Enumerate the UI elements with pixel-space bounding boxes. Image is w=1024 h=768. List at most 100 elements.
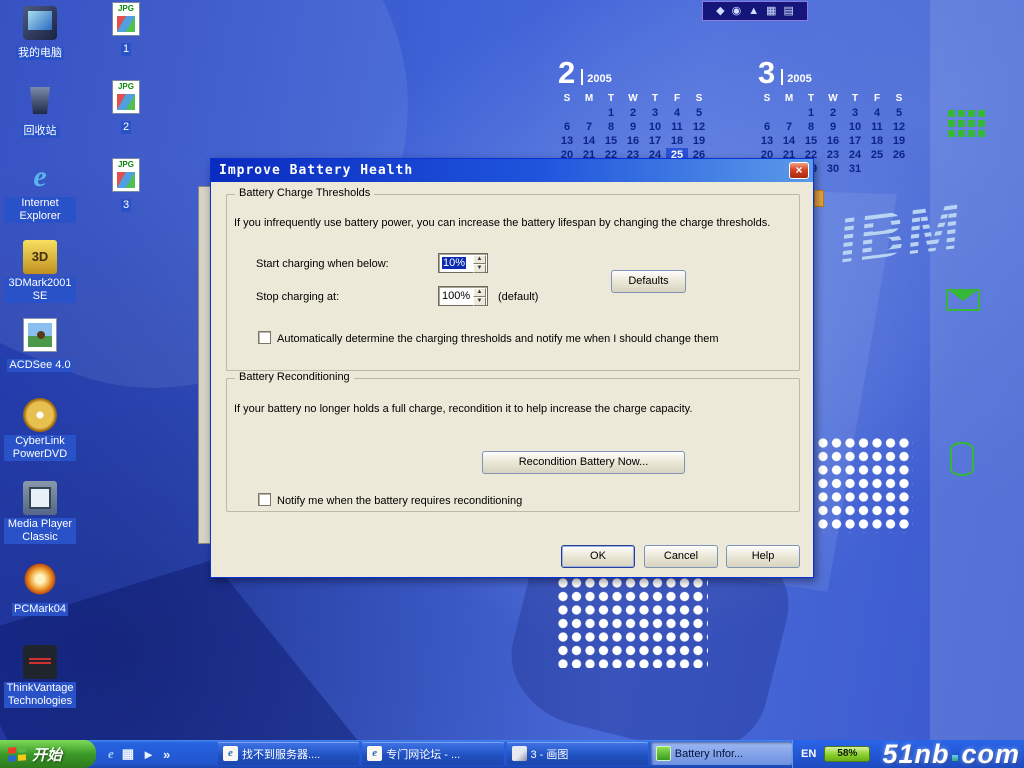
calendar-date: 16 [622, 134, 644, 148]
task-label: 找不到服务器.... [242, 746, 320, 762]
windows-flag-icon [8, 746, 26, 763]
notes-icon[interactable]: ▤ [783, 2, 793, 20]
recondition-battery-now-button[interactable]: Recondition Battery Now... [482, 451, 685, 474]
start-charging-spinner[interactable]: 10% ▲▼ [438, 253, 488, 273]
calendar-month: 3 [758, 57, 775, 88]
desktop-tray-toolbar[interactable]: ◆ ◉ ▲ ▦ ▤ [702, 1, 808, 21]
calendar-day-header: S [888, 92, 910, 106]
calendar-date: 9 [822, 120, 844, 134]
calendar-date: 2 [622, 106, 644, 120]
phone-icon[interactable]: ◆ [716, 2, 724, 20]
desktop-icon-thinkvantage[interactable]: ThinkVantage Technologies [4, 645, 76, 709]
task-label: 3 - 画图 [531, 746, 569, 762]
desktop-icon-recycle-bin[interactable]: 回收站 [4, 84, 76, 139]
start-charging-label: Start charging when below: [256, 258, 389, 271]
spinner-buttons: ▲▼ [473, 255, 486, 271]
battery-reconditioning-group: Battery Reconditioning [226, 378, 800, 512]
taskbar-task-3[interactable]: 3 - 画图 [507, 742, 648, 765]
calendar-date: 10 [644, 120, 666, 134]
desktop-icon-label: 3DMark2001 SE [4, 277, 76, 303]
calendar-day-header: W [822, 92, 844, 106]
battery-icon [656, 746, 671, 761]
battery-cylinder-icon [950, 442, 974, 476]
powerdvd-icon [23, 398, 57, 432]
desktop-icon-acdsee[interactable]: ACDSee 4.0 [4, 318, 76, 373]
watermark-51nb: 51nbcom [882, 740, 1020, 768]
defaults-button[interactable]: Defaults [611, 270, 686, 293]
calendar-date [578, 106, 600, 120]
jpg-file-icon [112, 2, 140, 36]
taskbar-task-1[interactable]: e 找不到服务器.... [218, 742, 359, 765]
speaker-icon[interactable]: ◉ [732, 2, 742, 20]
desktop-icon-media-player-classic[interactable]: Media Player Classic [4, 481, 76, 545]
jpg-file-icon [112, 158, 140, 192]
default-note: (default) [498, 291, 538, 304]
notify-reconditioning-checkbox-label[interactable]: Notify me when the battery requires reco… [277, 495, 787, 508]
start-charging-value: 10% [442, 257, 466, 269]
desktop-icon-internet-explorer[interactable]: Internet Explorer [4, 160, 76, 224]
desktop-icon-my-computer[interactable]: 我的电脑 [4, 6, 76, 61]
language-indicator[interactable]: EN [801, 748, 816, 760]
ie-quicklaunch-icon[interactable]: e [108, 746, 114, 762]
calendar-date: 11 [666, 120, 688, 134]
taskbar: 开始 e ▦ ► » e 找不到服务器.... e专门网论坛 - ... 3 - 画图 Bat… [0, 740, 1024, 768]
desktop-icon-label: Media Player Classic [4, 518, 76, 544]
calendar-day-header: F [866, 92, 888, 106]
stop-charging-spinner[interactable]: 100% ▲▼ [438, 286, 488, 306]
desktop-icon-label: 2 [121, 121, 131, 134]
desktop-icon-3dmark2001[interactable]: 3DMark2001 SE [4, 240, 76, 304]
desktop-icon-label: 1 [121, 43, 131, 56]
ok-button[interactable]: OK [561, 545, 635, 568]
notify-reconditioning-checkbox[interactable] [258, 493, 271, 506]
calendar-date: 5 [888, 106, 910, 120]
group-title: Battery Charge Thresholds [235, 187, 374, 199]
media-quicklaunch-icon[interactable]: ► [142, 747, 155, 762]
taskbar-task-2[interactable]: e专门网论坛 - ... [362, 742, 503, 765]
help-button[interactable]: Help [726, 545, 800, 568]
calendar-day-header: T [600, 92, 622, 106]
desktop-icon-jpg-1[interactable]: 1 [90, 2, 162, 57]
desktop-icon-pcmark04[interactable]: PCMark04 [4, 562, 76, 617]
ie-page-icon: e [223, 746, 238, 761]
acdsee-icon [23, 318, 57, 352]
3dmark2001-icon [23, 240, 57, 274]
calendar-month: 2 [558, 57, 575, 88]
cancel-button[interactable]: Cancel [644, 545, 718, 568]
taskbar-task-4[interactable]: Battery Infor... [651, 742, 792, 765]
calendar-date: 17 [644, 134, 666, 148]
calendar-day-header: W [622, 92, 644, 106]
calendar-date: 12 [688, 120, 710, 134]
desktop-icon-label: ThinkVantage Technologies [4, 682, 76, 708]
pen-icon[interactable]: ▲ [748, 2, 759, 20]
calendar-date: 13 [556, 134, 578, 148]
desktop-icon-jpg-3[interactable]: 3 [90, 158, 162, 213]
battery-indicator[interactable]: 58% [824, 746, 870, 762]
auto-determine-checkbox-label[interactable]: Automatically determine the charging thr… [277, 333, 787, 346]
chevron-icon[interactable]: » [163, 747, 170, 762]
desktop-icon-jpg-2[interactable]: 2 [90, 80, 162, 135]
paint-icon [512, 746, 527, 761]
keyboard-icon[interactable]: ▦ [766, 2, 776, 20]
calendar-date [756, 106, 778, 120]
auto-determine-checkbox[interactable] [258, 331, 271, 344]
spinner-up-icon[interactable]: ▲ [473, 255, 486, 264]
spinner-up-icon[interactable]: ▲ [473, 288, 486, 297]
start-button[interactable]: 开始 [0, 740, 96, 768]
calendar-date: 16 [822, 134, 844, 148]
quick-launch-bar: e ▦ ► » [102, 740, 176, 768]
calendar-header: 2 2005 [558, 54, 712, 88]
close-icon[interactable]: × [789, 162, 809, 179]
mail-icon [946, 289, 980, 311]
pcmark04-icon [23, 562, 57, 596]
calendar-year: 2005 [587, 73, 611, 85]
calendar-date: 7 [778, 120, 800, 134]
calendar-day-header: F [666, 92, 688, 106]
dialog-titlebar[interactable]: Improve Battery Health × [211, 159, 813, 182]
spinner-down-icon[interactable]: ▼ [473, 264, 486, 273]
ibm-logo: IBM [834, 189, 965, 277]
desktop-icon-powerdvd[interactable]: CyberLink PowerDVD [4, 398, 76, 462]
show-desktop-icon[interactable]: ▦ [122, 746, 134, 762]
calendar-date: 24 [844, 148, 866, 162]
spinner-down-icon[interactable]: ▼ [473, 297, 486, 306]
media-player-classic-icon [23, 481, 57, 515]
